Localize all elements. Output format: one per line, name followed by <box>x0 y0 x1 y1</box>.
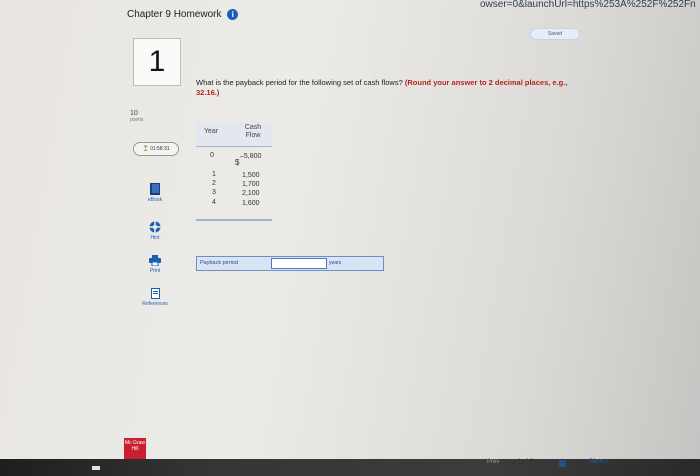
flow-cell: –5,800 <box>240 153 262 160</box>
document-icon <box>150 288 160 299</box>
ebook-label: eBook <box>147 197 163 203</box>
page-total: 6 <box>529 459 534 465</box>
payback-unit: years <box>329 260 342 266</box>
saved-status-badge: Saved <box>530 28 580 40</box>
flow-cell: 1,600 <box>242 200 260 207</box>
print-label: Print <box>149 268 161 274</box>
next-button[interactable]: Next › <box>590 458 609 465</box>
prev-button[interactable]: Prev <box>487 459 499 465</box>
flow-cell: 2,100 <box>242 190 260 197</box>
grid-icon[interactable]: ▦ <box>558 459 567 468</box>
points-indicator: 10 points <box>130 110 143 123</box>
points-label: points <box>130 117 144 123</box>
page-sep: of <box>523 459 529 465</box>
payback-label: Payback period <box>200 260 238 266</box>
question-number: 1 <box>133 38 181 86</box>
page-current: 1 <box>518 459 522 465</box>
ebook-button[interactable]: eBook <box>130 183 180 203</box>
question-prompt: What is the payback period for the follo… <box>196 78 403 87</box>
next-label: Next <box>590 458 605 465</box>
points-value: 10 <box>130 110 138 117</box>
hint-label: Hint <box>150 235 160 241</box>
year-cell: 4 <box>212 199 216 206</box>
chevron-right-icon: › <box>606 458 609 465</box>
assignment-header: Chapter 9 Homework i <box>127 9 239 21</box>
question-text: What is the payback period for the follo… <box>196 78 576 98</box>
references-button[interactable]: References <box>130 288 180 307</box>
year-column-header: Year <box>204 128 219 135</box>
payback-answer-row: Payback period years <box>196 256 384 271</box>
print-button[interactable]: Print <box>130 255 180 274</box>
cash-flow-column-header: Cash Flow <box>244 124 262 139</box>
flow-cell: 1,500 <box>242 172 260 179</box>
flow-cell: 1,700 <box>242 181 260 188</box>
info-icon[interactable]: i <box>227 9 239 20</box>
timer-value: 01:58:31 <box>150 146 170 152</box>
assignment-title: Chapter 9 Homework <box>127 9 222 21</box>
year-cell: 0 <box>210 152 214 159</box>
currency-symbol: $ <box>235 158 240 167</box>
taskbar-icon <box>92 466 100 470</box>
year-cell: 3 <box>212 189 216 196</box>
references-label: References <box>142 301 168 307</box>
hint-button[interactable]: Hint <box>130 221 180 241</box>
lifebuoy-icon <box>149 221 161 233</box>
hourglass-icon: ⌛ <box>142 146 149 152</box>
table-divider <box>196 219 272 221</box>
book-icon <box>150 183 160 195</box>
timer-badge: ⌛ 01:58:31 <box>133 142 179 156</box>
year-cell: 2 <box>212 180 216 187</box>
printer-icon <box>149 255 161 266</box>
url-text: owser=0&launchUrl=https%253A%252F%252Fn <box>480 0 696 10</box>
payback-input[interactable] <box>271 258 327 269</box>
page-indicator: 1 of 6 <box>518 459 533 465</box>
address-bar[interactable]: owser=0&launchUrl=https%253A%252F%252Fn <box>480 0 700 10</box>
screen: owser=0&launchUrl=https%253A%252F%252Fn … <box>0 0 700 476</box>
year-cell: 1 <box>212 171 216 178</box>
